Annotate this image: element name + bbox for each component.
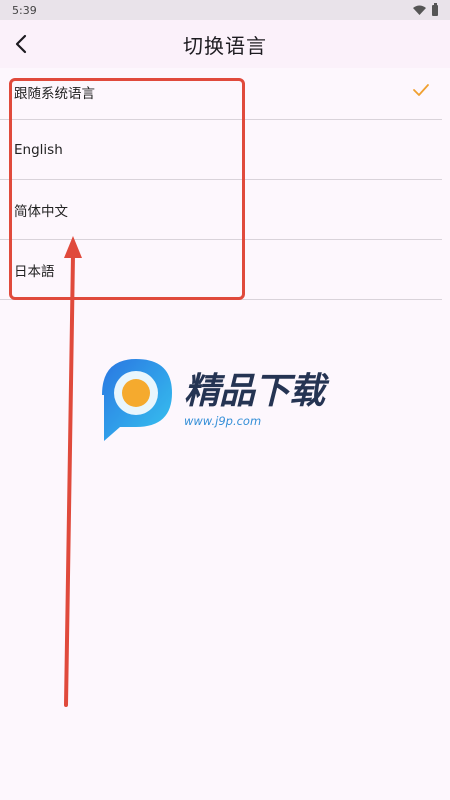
language-option-english[interactable]: English: [0, 120, 442, 180]
watermark-url: www.j9p.com: [184, 414, 262, 428]
watermark: 精品下载 www.j9p.com: [98, 355, 358, 445]
app-bar: 切换语言: [0, 20, 450, 68]
status-icons: [413, 2, 438, 16]
language-label: 日本語: [14, 263, 55, 280]
language-list: 跟随系统语言 English 简体中文 日本語: [0, 70, 450, 300]
watermark-logo-icon: [102, 359, 172, 441]
language-option-follow-system[interactable]: 跟随系统语言: [0, 70, 442, 120]
battery-icon: [432, 2, 438, 16]
chevron-left-icon: [15, 34, 27, 54]
check-icon: [413, 84, 429, 96]
wifi-icon: [413, 5, 426, 15]
page-title: 切换语言: [183, 33, 267, 58]
language-label: 简体中文: [14, 203, 68, 220]
watermark-text: 精品下载 www.j9p.com: [184, 371, 325, 429]
back-button[interactable]: [4, 26, 40, 62]
language-option-simplified-chinese[interactable]: 简体中文: [0, 180, 442, 240]
status-bar: 5:39: [0, 0, 450, 20]
status-time: 5:39: [12, 3, 37, 17]
language-option-japanese[interactable]: 日本語: [0, 240, 442, 300]
language-label: English: [14, 141, 63, 158]
screen: 5:39 切换语言 跟随系统语言 English 简体中文 日本語 精品下载 w…: [0, 0, 450, 800]
watermark-title: 精品下载: [184, 371, 325, 412]
language-label: 跟随系统语言: [14, 86, 95, 102]
